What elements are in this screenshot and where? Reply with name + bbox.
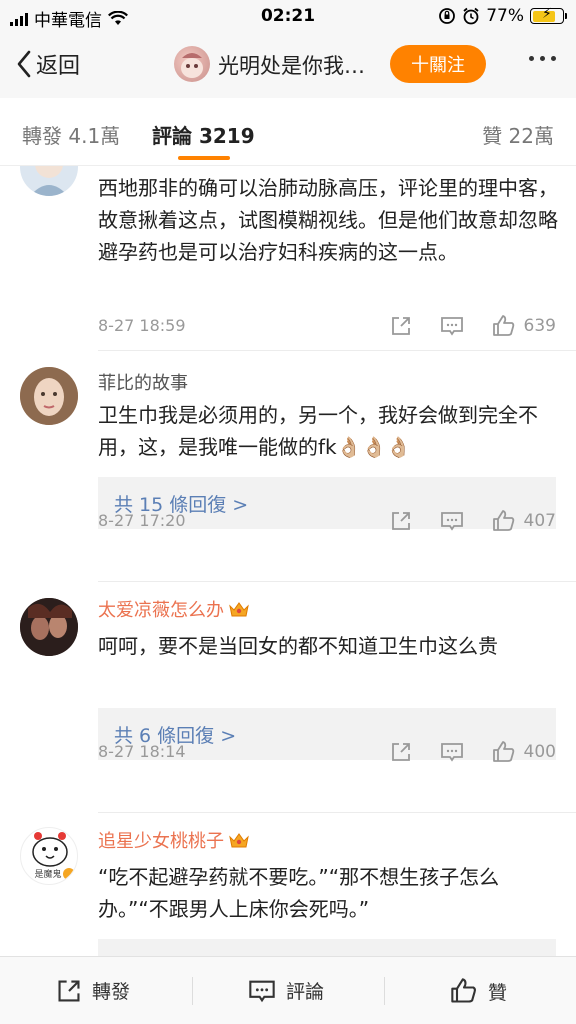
comment-list: 西地那非的确可以治肺动脉高压，评论里的理中客，故意揪着这点，试图模糊视线。但是他… bbox=[0, 166, 576, 956]
share-icon bbox=[391, 743, 410, 761]
follow-button[interactable]: 十關注 bbox=[390, 45, 486, 83]
comment-author[interactable]: 菲比的故事 bbox=[98, 369, 188, 395]
comment-meta: 8-27 17:20 407 bbox=[98, 509, 556, 533]
tab-repost[interactable]: 轉發 4.1萬 bbox=[22, 120, 120, 149]
avatar[interactable] bbox=[20, 367, 78, 425]
orientation-lock-icon bbox=[439, 8, 456, 24]
nav-title[interactable]: 光明处是你我… bbox=[218, 50, 388, 80]
comment-meta: 8-27 18:14 400 bbox=[98, 740, 556, 764]
like-label: 贊 bbox=[488, 981, 508, 1004]
comment-author-name: 追星少女桃桃子 bbox=[98, 831, 224, 852]
divider bbox=[98, 581, 576, 582]
tab-likes[interactable]: 贊 22萬 bbox=[482, 120, 554, 149]
comment-author[interactable]: 追星少女桃桃子 bbox=[98, 827, 250, 853]
comment-time: 8-27 18:14 bbox=[98, 742, 186, 761]
divider bbox=[192, 977, 193, 1005]
avatar[interactable] bbox=[20, 598, 78, 656]
share-button[interactable] bbox=[390, 741, 412, 763]
avatar[interactable]: 是魔鬼 bbox=[20, 827, 78, 885]
thumbs-up-icon bbox=[451, 978, 476, 1003]
thumbs-up-icon bbox=[492, 315, 514, 336]
divider bbox=[98, 350, 576, 351]
thumbs-up-icon bbox=[492, 741, 514, 762]
like-button[interactable]: 407 bbox=[492, 509, 556, 533]
comment-icon bbox=[440, 512, 463, 531]
back-button[interactable]: 返回 bbox=[16, 48, 80, 80]
bottom-action-bar: 轉發 評論 贊 bbox=[0, 956, 576, 1024]
tab-bar: 轉發 4.1萬 評論 3219 贊 22萬 bbox=[0, 98, 576, 166]
avatar-caption: 是魔鬼 bbox=[34, 868, 61, 880]
like-count: 639 bbox=[523, 316, 556, 336]
reply-button[interactable] bbox=[440, 315, 464, 337]
more-options-icon[interactable] bbox=[529, 56, 556, 61]
comment-text: 西地那非的确可以治肺动脉高压，评论里的理中客，故意揪着这点，试图模糊视线。但是他… bbox=[98, 176, 558, 264]
like-count: 407 bbox=[523, 511, 556, 531]
reply-button[interactable] bbox=[440, 510, 464, 532]
chevron-left-icon bbox=[17, 50, 31, 78]
comment-time: 8-27 17:20 bbox=[98, 511, 186, 530]
share-icon bbox=[391, 512, 410, 530]
thumbs-up-icon bbox=[492, 510, 514, 531]
battery-icon: ⚡ bbox=[530, 6, 567, 24]
nav-bar: 返回 光明处是你我… 十關注 bbox=[0, 32, 576, 98]
vip-crown-icon bbox=[229, 833, 249, 848]
share-button[interactable] bbox=[390, 510, 412, 532]
like-count: 400 bbox=[523, 742, 556, 762]
reply-button[interactable] bbox=[440, 741, 464, 763]
comment-label: 評論 bbox=[286, 981, 325, 1003]
divider bbox=[384, 977, 385, 1005]
like-button[interactable]: 639 bbox=[492, 314, 556, 338]
comment-icon bbox=[249, 980, 275, 1002]
repost-label: 轉發 bbox=[92, 981, 131, 1003]
comment-meta: 8-27 18:59 639 bbox=[98, 314, 556, 338]
like-button[interactable]: 贊 bbox=[450, 977, 507, 1005]
comment-text: “吃不起避孕药就不要吃。”“那不想生孩子怎么办。”“不跟男人上床你会死吗。” bbox=[98, 865, 500, 921]
divider bbox=[98, 812, 576, 813]
comment-time: 8-27 18:59 bbox=[98, 316, 186, 335]
like-button[interactable]: 400 bbox=[492, 740, 556, 764]
active-tab-indicator bbox=[178, 156, 230, 160]
repost-button[interactable]: 轉發 bbox=[56, 977, 130, 1004]
back-label: 返回 bbox=[36, 54, 81, 79]
share-icon bbox=[391, 317, 410, 335]
replies-link[interactable] bbox=[98, 939, 556, 956]
author-avatar[interactable] bbox=[174, 46, 210, 82]
comment-text: 呵呵，要不是当回女的都不知道卫生巾这么贵 bbox=[98, 634, 498, 658]
comment-text: 卫生巾我是必须用的，另一个，我好会做到完全不用，这，是我唯一能做的fk👌🏼👌🏼👌… bbox=[98, 403, 538, 459]
comment-author-name: 太爱凉薇怎么办 bbox=[98, 600, 224, 621]
share-button[interactable] bbox=[390, 315, 412, 337]
status-right: 77% ⚡ bbox=[438, 6, 567, 26]
tab-comments[interactable]: 評論 3219 bbox=[152, 120, 255, 149]
avatar[interactable] bbox=[20, 166, 78, 196]
comment-icon bbox=[440, 317, 463, 336]
comment-button[interactable]: 評論 bbox=[248, 977, 324, 1004]
comment-icon bbox=[440, 743, 463, 762]
status-bar: 中華電信 02:21 77% ⚡ bbox=[0, 0, 576, 32]
vip-crown-icon bbox=[229, 602, 249, 617]
comment-author[interactable]: 太爱凉薇怎么办 bbox=[98, 596, 250, 622]
alarm-icon bbox=[463, 7, 479, 25]
battery-percent: 77% bbox=[486, 6, 524, 26]
share-icon bbox=[58, 979, 80, 1002]
